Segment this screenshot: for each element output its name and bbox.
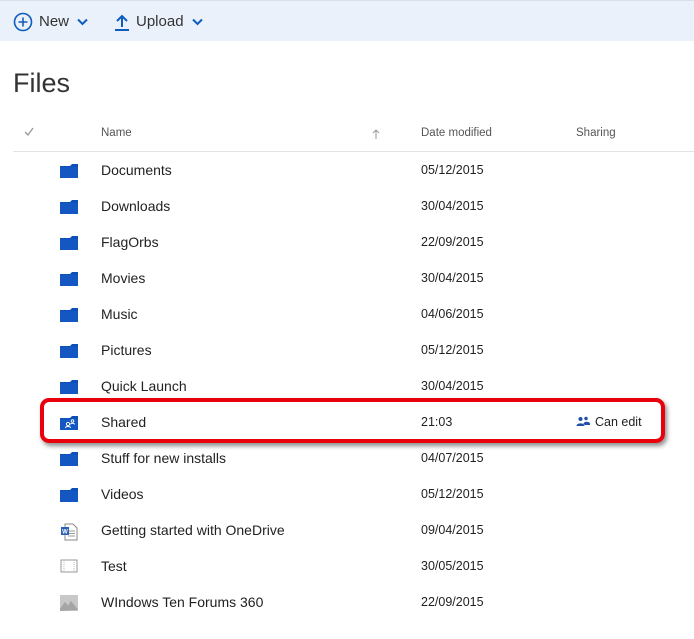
file-name[interactable]: FlagOrbs (101, 234, 159, 250)
date-modified: 05/12/2015 (421, 163, 484, 177)
file-name[interactable]: Movies (101, 270, 145, 286)
folder-icon (60, 451, 78, 467)
folder-icon (60, 343, 78, 359)
folder-icon (60, 235, 78, 251)
chevron-down-icon (191, 18, 203, 25)
file-name[interactable]: Quick Launch (101, 378, 187, 394)
file-name[interactable]: Documents (101, 162, 172, 178)
file-row[interactable]: Pictures 05/12/2015 (0, 333, 694, 369)
upload-label: Upload (136, 13, 184, 30)
new-button[interactable]: New (13, 1, 88, 42)
file-name[interactable]: Getting started with OneDrive (101, 522, 285, 538)
folder-icon (60, 199, 78, 215)
file-row[interactable]: Music 04/06/2015 (0, 297, 694, 333)
file-name[interactable]: WIndows Ten Forums 360 (101, 594, 263, 610)
select-all-checkbox[interactable] (24, 127, 34, 149)
date-modified: 30/04/2015 (421, 199, 484, 213)
file-name[interactable]: Music (101, 306, 138, 322)
generic-file-icon (60, 559, 78, 575)
file-name[interactable]: Test (101, 558, 127, 574)
file-name[interactable]: Videos (101, 486, 144, 502)
upload-icon (115, 14, 129, 31)
svg-text:W: W (62, 530, 68, 536)
file-row[interactable]: Videos 05/12/2015 (0, 477, 694, 513)
chevron-down-icon (77, 18, 88, 25)
folder-icon (60, 379, 78, 395)
date-modified: 30/04/2015 (421, 271, 484, 285)
date-modified: 22/09/2015 (421, 235, 484, 249)
file-row[interactable]: Stuff for new installs 04/07/2015 (0, 441, 694, 477)
folder-icon (60, 487, 78, 503)
date-modified: 04/07/2015 (421, 451, 484, 465)
page-title: Files (13, 68, 71, 98)
sort-ascending-icon[interactable] (372, 129, 380, 151)
file-row[interactable]: FlagOrbs 22/09/2015 (0, 225, 694, 261)
checkmark-icon (24, 127, 34, 137)
header-divider (13, 151, 694, 152)
new-label: New (39, 13, 70, 30)
file-name[interactable]: Downloads (101, 198, 170, 214)
folder-icon (60, 163, 78, 179)
date-modified: 09/04/2015 (421, 523, 484, 537)
highlight-annotation (40, 398, 665, 443)
file-row[interactable]: Downloads 30/04/2015 (0, 189, 694, 225)
date-modified: 30/05/2015 (421, 559, 484, 573)
date-modified: 05/12/2015 (421, 487, 484, 501)
column-header-name[interactable]: Name (101, 127, 132, 149)
file-row[interactable]: W Getting started with OneDrive 09/04/2015 (0, 513, 694, 549)
folder-icon (60, 307, 78, 323)
plus-circle-icon (13, 12, 33, 31)
column-header-sharing[interactable]: Sharing (576, 127, 616, 149)
word-document-icon: W (60, 523, 78, 541)
date-modified: 22/09/2015 (421, 595, 484, 609)
upload-button[interactable]: Upload (114, 1, 203, 42)
date-modified: 30/04/2015 (421, 379, 484, 393)
file-name[interactable]: Stuff for new installs (101, 450, 226, 466)
command-bar: New Upload (0, 0, 694, 41)
file-row[interactable]: WIndows Ten Forums 360 22/09/2015 (0, 585, 694, 621)
column-header-date-modified[interactable]: Date modified (421, 127, 492, 149)
date-modified: 04/06/2015 (421, 307, 484, 321)
file-name[interactable]: Pictures (101, 342, 152, 358)
file-row[interactable]: Documents 05/12/2015 (0, 153, 694, 189)
date-modified: 05/12/2015 (421, 343, 484, 357)
image-file-icon (60, 595, 78, 611)
file-row[interactable]: Test 30/05/2015 (0, 549, 694, 585)
folder-icon (60, 271, 78, 287)
file-row[interactable]: Movies 30/04/2015 (0, 261, 694, 297)
